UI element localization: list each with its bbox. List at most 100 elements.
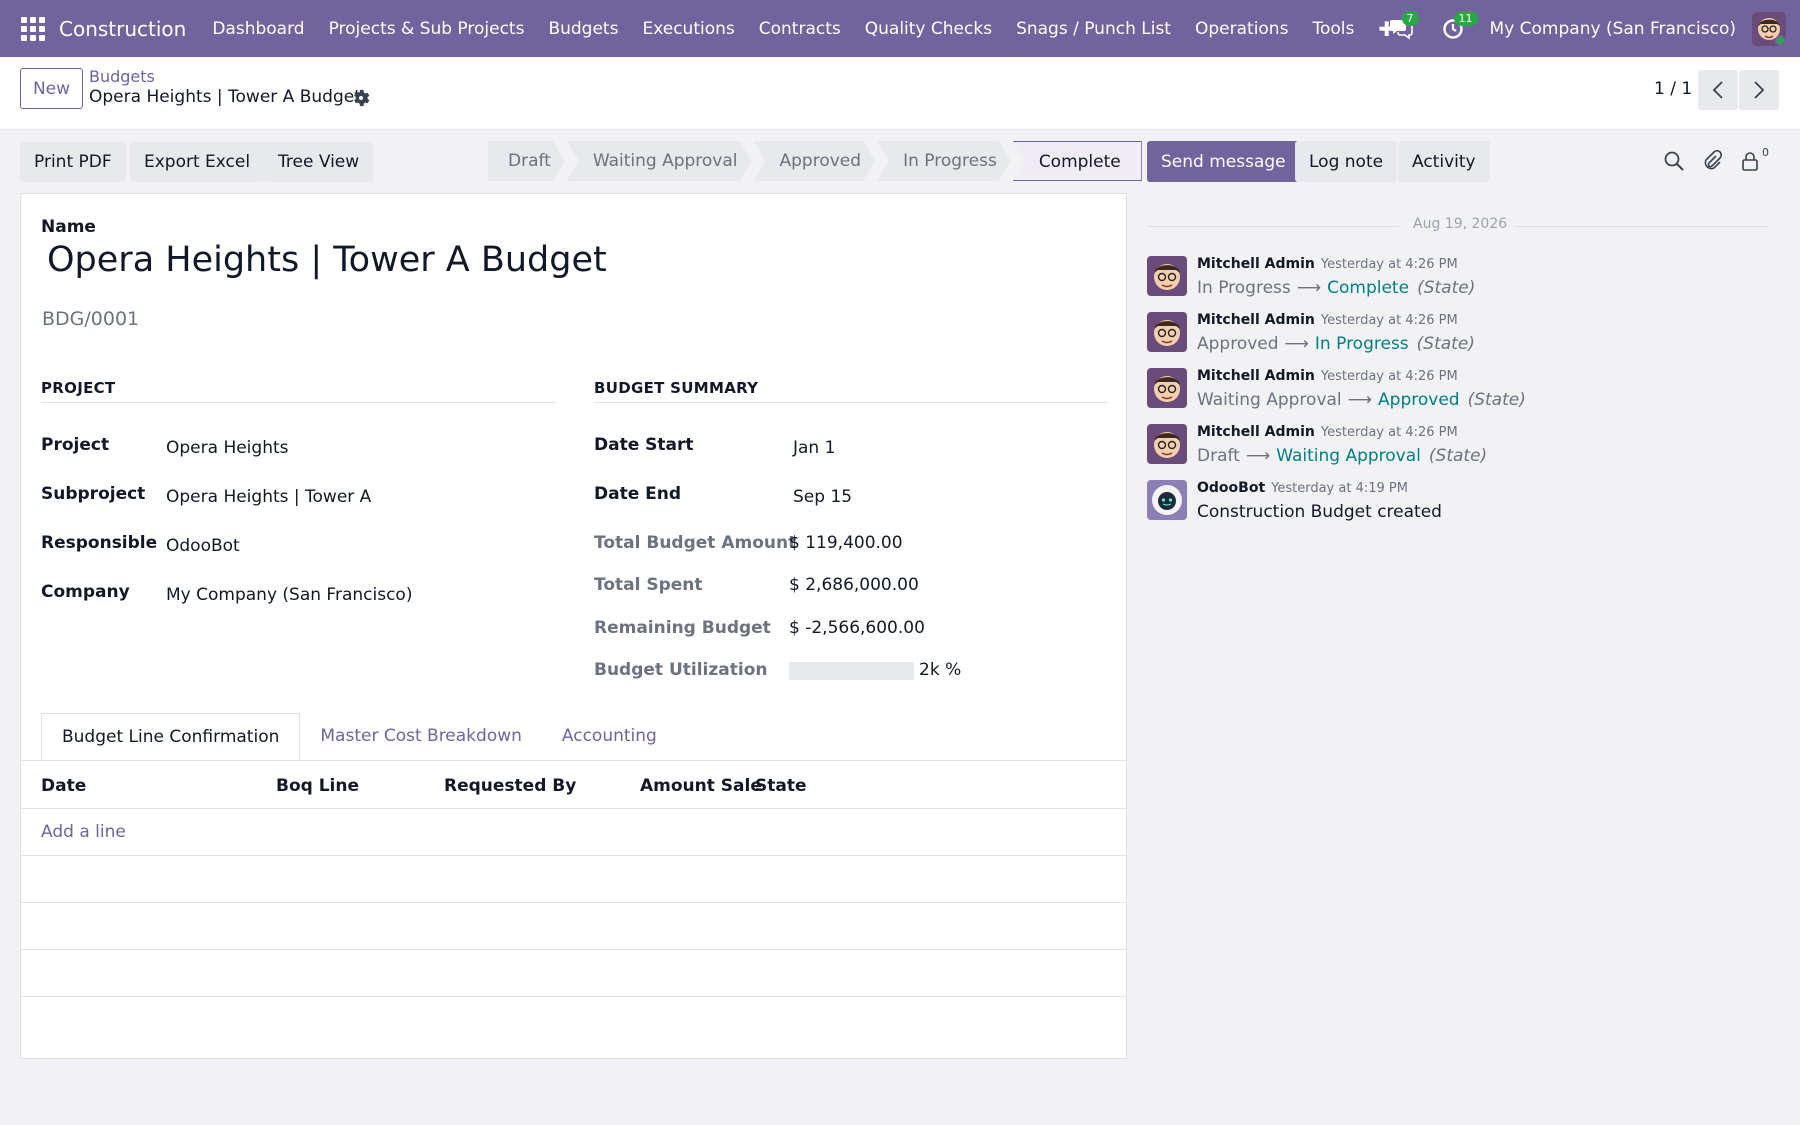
company-label: Company xyxy=(41,582,130,602)
main-menu: Dashboard Projects & Sub Projects Budget… xyxy=(200,17,1407,41)
menu-dashboard[interactable]: Dashboard xyxy=(200,19,316,39)
log-note-button[interactable]: Log note xyxy=(1295,141,1398,182)
messages-button[interactable]: 7 xyxy=(1386,10,1419,44)
author-avatar[interactable] xyxy=(1147,368,1187,408)
new-button[interactable]: New xyxy=(20,68,83,109)
breadcrumb-budgets[interactable]: Budgets xyxy=(89,67,155,86)
form-sheet: Name Opera Heights | Tower A Budget BDG/… xyxy=(20,193,1127,1059)
arrow-right-icon: ⟶ xyxy=(1347,390,1373,410)
field-name: (State) xyxy=(1467,390,1526,410)
author-name[interactable]: Mitchell Admin xyxy=(1197,424,1315,440)
author-avatar[interactable] xyxy=(1147,312,1187,352)
search-icon[interactable] xyxy=(1663,150,1685,172)
date-separator-line-right xyxy=(1514,226,1768,227)
add-line-link[interactable]: Add a line xyxy=(41,822,126,842)
followers-count: 0 xyxy=(1762,146,1769,159)
stage-in-progress[interactable]: In Progress xyxy=(877,141,1011,181)
subproject-label: Subproject xyxy=(41,484,146,504)
app-brand[interactable]: Construction xyxy=(59,17,186,41)
author-name[interactable]: OdooBot xyxy=(1197,480,1265,496)
menu-executions[interactable]: Executions xyxy=(630,19,746,39)
tab-budget-line-confirmation[interactable]: Budget Line Confirmation xyxy=(41,713,301,761)
company-field[interactable]: My Company (San Francisco) xyxy=(166,585,412,605)
control-panel: New Budgets Opera Heights | Tower A Budg… xyxy=(0,57,1800,130)
menu-operations[interactable]: Operations xyxy=(1183,19,1300,39)
menu-snags[interactable]: Snags / Punch List xyxy=(1004,19,1183,39)
project-section-divider xyxy=(41,402,556,403)
project-field[interactable]: Opera Heights xyxy=(166,438,289,458)
author-avatar[interactable] xyxy=(1147,424,1187,464)
user-face-icon xyxy=(1147,368,1187,408)
company-switcher[interactable]: My Company (San Francisco) xyxy=(1490,19,1736,39)
status-bar: Draft Waiting Approval Approved In Progr… xyxy=(488,141,1144,181)
author-name[interactable]: Mitchell Admin xyxy=(1197,256,1315,272)
column-date[interactable]: Date xyxy=(41,776,86,796)
messages-badge: 7 xyxy=(1401,10,1419,26)
author-avatar[interactable] xyxy=(1147,480,1187,520)
utilization-label: Budget Utilization xyxy=(594,660,768,680)
column-requested-by[interactable]: Requested By xyxy=(444,776,576,796)
menu-budgets[interactable]: Budgets xyxy=(536,19,630,39)
print-pdf-button[interactable]: Print PDF xyxy=(20,142,126,182)
user-avatar[interactable] xyxy=(1752,11,1786,46)
stage-draft[interactable]: Draft xyxy=(488,141,565,181)
tree-view-button[interactable]: Tree View xyxy=(264,142,374,182)
activities-badge: 11 xyxy=(1453,10,1478,26)
pager-value[interactable]: 1 / 1 xyxy=(1654,79,1692,99)
table-row xyxy=(21,996,1126,997)
navbar-systray: 7 11 My Company (San Francisco) xyxy=(1386,0,1786,57)
column-state[interactable]: State xyxy=(755,776,807,796)
pager-previous-button[interactable] xyxy=(1698,70,1738,110)
activity-button[interactable]: Activity xyxy=(1398,141,1490,182)
date-start-label: Date Start xyxy=(594,435,694,455)
menu-tools[interactable]: Tools xyxy=(1300,19,1366,39)
apps-grid-icon[interactable] xyxy=(21,16,45,41)
message-author: Mitchell Admin Yesterday at 4:26 PM xyxy=(1197,424,1458,440)
paperclip-icon[interactable] xyxy=(1701,150,1723,172)
date-start-field[interactable]: Jan 1 xyxy=(793,438,835,458)
date-separator-line-left xyxy=(1147,226,1399,227)
arrow-right-icon: ⟶ xyxy=(1284,334,1309,354)
responsible-field[interactable]: OdooBot xyxy=(166,536,240,556)
field-name: (State) xyxy=(1416,334,1475,354)
gear-icon[interactable] xyxy=(352,89,370,107)
subproject-field[interactable]: Opera Heights | Tower A xyxy=(166,487,371,507)
export-excel-button[interactable]: Export Excel xyxy=(130,142,265,182)
menu-projects[interactable]: Projects & Sub Projects xyxy=(317,19,537,39)
message-author: Mitchell Admin Yesterday at 4:26 PM xyxy=(1197,312,1458,328)
menu-quality-checks[interactable]: Quality Checks xyxy=(853,19,1004,39)
activities-button[interactable]: 11 xyxy=(1438,10,1478,44)
column-boq-line[interactable]: Boq Line xyxy=(276,776,359,796)
column-amount-sale[interactable]: Amount Sale xyxy=(640,776,762,796)
stage-complete[interactable]: Complete xyxy=(1012,141,1142,181)
message-author: Mitchell Admin Yesterday at 4:26 PM xyxy=(1197,368,1458,384)
message-time: Yesterday at 4:26 PM xyxy=(1320,257,1458,272)
stage-approved[interactable]: Approved xyxy=(754,141,876,181)
author-name[interactable]: Mitchell Admin xyxy=(1197,368,1315,384)
table-row xyxy=(21,902,1126,903)
breadcrumb-current: Opera Heights | Tower A Budget xyxy=(89,87,361,107)
tab-accounting[interactable]: Accounting xyxy=(542,713,677,761)
date-end-field[interactable]: Sep 15 xyxy=(793,487,852,507)
tab-master-cost-breakdown[interactable]: Master Cost Breakdown xyxy=(300,713,542,761)
state-to: Waiting Approval xyxy=(1276,446,1421,466)
stage-waiting-approval[interactable]: Waiting Approval xyxy=(567,141,752,181)
pager-next-button[interactable] xyxy=(1739,70,1779,110)
menu-contracts[interactable]: Contracts xyxy=(747,19,853,39)
author-name[interactable]: Mitchell Admin xyxy=(1197,312,1315,328)
date-separator: Aug 19, 2026 xyxy=(1413,216,1508,232)
author-avatar[interactable] xyxy=(1147,256,1187,296)
followers-button[interactable]: 0 xyxy=(1739,146,1775,174)
budget-name-field[interactable]: Opera Heights | Tower A Budget xyxy=(47,240,607,280)
state-from: Draft xyxy=(1197,446,1240,466)
responsible-label: Responsible xyxy=(41,533,158,553)
field-name: (State) xyxy=(1417,278,1476,298)
name-label: Name xyxy=(41,217,96,237)
remaining-budget-value: $ -2,566,600.00 xyxy=(789,618,925,638)
total-spent-label: Total Spent xyxy=(594,575,703,595)
state-to: Approved xyxy=(1378,390,1460,410)
user-face-icon xyxy=(1147,424,1187,464)
odoobot-avatar-icon xyxy=(1147,480,1187,520)
send-message-button[interactable]: Send message xyxy=(1147,141,1300,182)
message-time: Yesterday at 4:19 PM xyxy=(1271,481,1408,496)
